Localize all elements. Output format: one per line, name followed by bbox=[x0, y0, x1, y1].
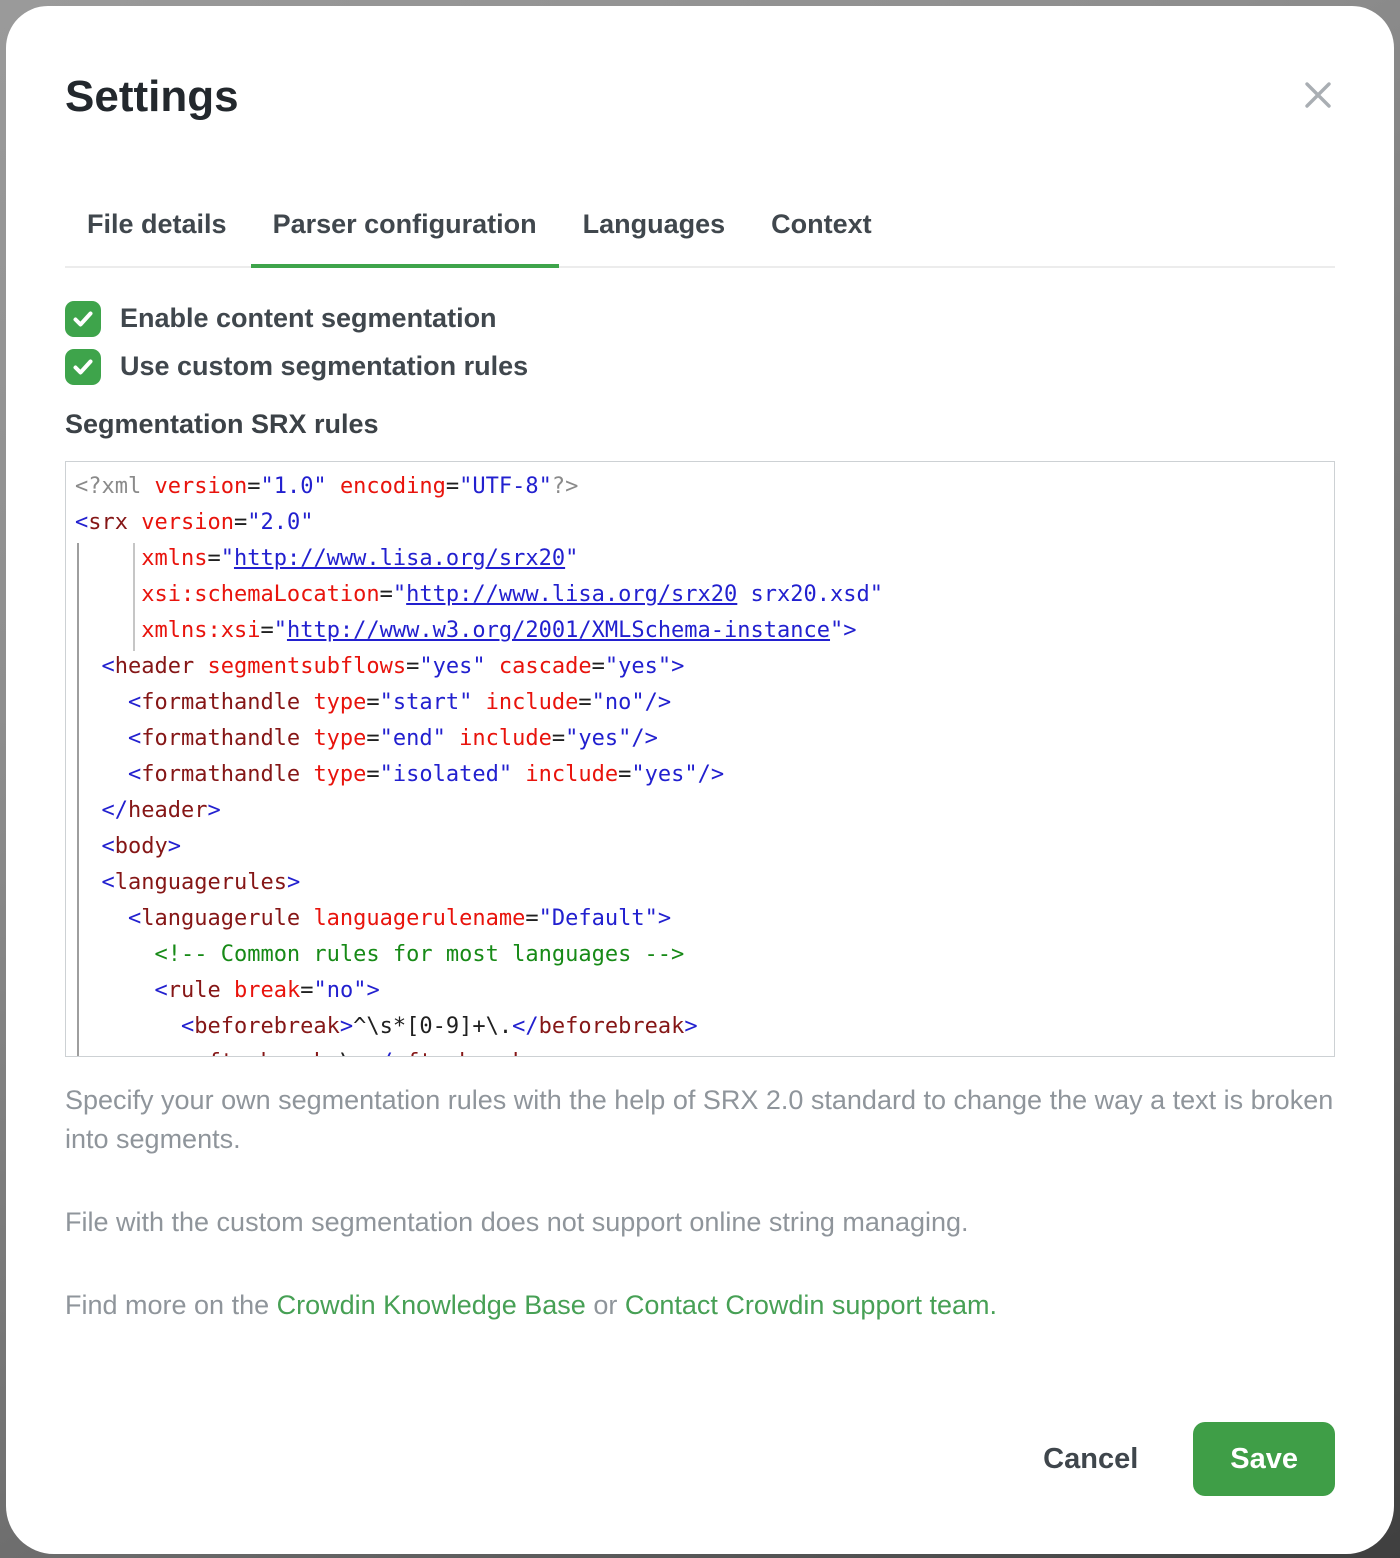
close-button[interactable] bbox=[1301, 78, 1335, 112]
tab-languages[interactable]: Languages bbox=[561, 209, 748, 268]
help-paragraph: File with the custom segmentation does n… bbox=[65, 1203, 1335, 1242]
tab-label: Parser configuration bbox=[273, 209, 537, 239]
find-more-middle: or bbox=[586, 1290, 625, 1320]
check-icon bbox=[71, 355, 95, 379]
code-line: </header> bbox=[75, 793, 1334, 829]
code-line: <beforebreak>^\s*[0-9]+\.</beforebreak> bbox=[75, 1009, 1334, 1045]
indent-guide bbox=[133, 543, 135, 651]
checkbox-label: Enable content segmentation bbox=[120, 303, 497, 334]
find-more-suffix: . bbox=[990, 1290, 998, 1320]
tab-label: Context bbox=[771, 209, 872, 239]
code-line: <languagerule languagerulename="Default"… bbox=[75, 901, 1334, 937]
find-more-prefix: Find more on the bbox=[65, 1290, 277, 1320]
save-button[interactable]: Save bbox=[1193, 1422, 1335, 1496]
code-line: <formathandle type="end" include="yes"/> bbox=[75, 721, 1334, 757]
code-line: <header segmentsubflows="yes" cascade="y… bbox=[75, 649, 1334, 685]
code-line: <srx version="2.0" bbox=[75, 505, 1334, 541]
checkbox-row[interactable]: Use custom segmentation rules bbox=[65, 349, 1335, 385]
checkbox-checked[interactable] bbox=[65, 301, 101, 337]
checkbox-checked[interactable] bbox=[65, 349, 101, 385]
code-lines: <?xml version="1.0" encoding="UTF-8"?><s… bbox=[66, 462, 1334, 1057]
checkbox-group: Enable content segmentation Use custom s… bbox=[65, 301, 1335, 385]
modal-header: Settings bbox=[65, 6, 1335, 123]
help-paragraph: Specify your own segmentation rules with… bbox=[65, 1081, 1335, 1159]
code-line: <?xml version="1.0" encoding="UTF-8"?> bbox=[75, 469, 1334, 505]
settings-modal: Settings File details Parser configuratio… bbox=[6, 6, 1394, 1554]
code-line: xmlns:xsi="http://www.w3.org/2001/XMLSch… bbox=[75, 613, 1334, 649]
tab-label: File details bbox=[87, 209, 227, 239]
code-line: xsi:schemaLocation="http://www.lisa.org/… bbox=[75, 577, 1334, 613]
checkbox-label: Use custom segmentation rules bbox=[120, 351, 528, 382]
code-line: <rule break="no"> bbox=[75, 973, 1334, 1009]
page-title: Settings bbox=[65, 72, 239, 123]
srx-rules-editor[interactable]: <?xml version="1.0" encoding="UTF-8"?><s… bbox=[65, 461, 1335, 1057]
editor-label: Segmentation SRX rules bbox=[65, 409, 1335, 440]
cancel-button[interactable]: Cancel bbox=[1043, 1443, 1138, 1476]
code-line: xmlns="http://www.lisa.org/srx20" bbox=[75, 541, 1334, 577]
code-line: <body> bbox=[75, 829, 1334, 865]
contact-support-link[interactable]: Contact Crowdin support team bbox=[625, 1290, 990, 1320]
code-line: <formathandle type="isolated" include="y… bbox=[75, 757, 1334, 793]
checkbox-row[interactable]: Enable content segmentation bbox=[65, 301, 1335, 337]
knowledge-base-link[interactable]: Crowdin Knowledge Base bbox=[277, 1290, 586, 1320]
tab-parser-configuration[interactable]: Parser configuration bbox=[251, 209, 559, 268]
code-line: <languagerules> bbox=[75, 865, 1334, 901]
check-icon bbox=[71, 307, 95, 331]
help-text: Specify your own segmentation rules with… bbox=[65, 1081, 1335, 1242]
code-line: <!-- Common rules for most languages --> bbox=[75, 937, 1334, 973]
close-icon bbox=[1301, 78, 1335, 112]
code-line: <afterbreak>\s</afterbreak> bbox=[75, 1045, 1334, 1057]
code-line: <formathandle type="start" include="no"/… bbox=[75, 685, 1334, 721]
modal-footer: Cancel Save bbox=[1043, 1422, 1335, 1496]
tabs: File details Parser configuration Language… bbox=[65, 209, 1335, 268]
tab-file-details[interactable]: File details bbox=[65, 209, 249, 268]
tab-context[interactable]: Context bbox=[749, 209, 894, 268]
find-more-line: Find more on the Crowdin Knowledge Base … bbox=[65, 1286, 1335, 1325]
tab-label: Languages bbox=[583, 209, 726, 239]
indent-guide bbox=[77, 543, 79, 1056]
